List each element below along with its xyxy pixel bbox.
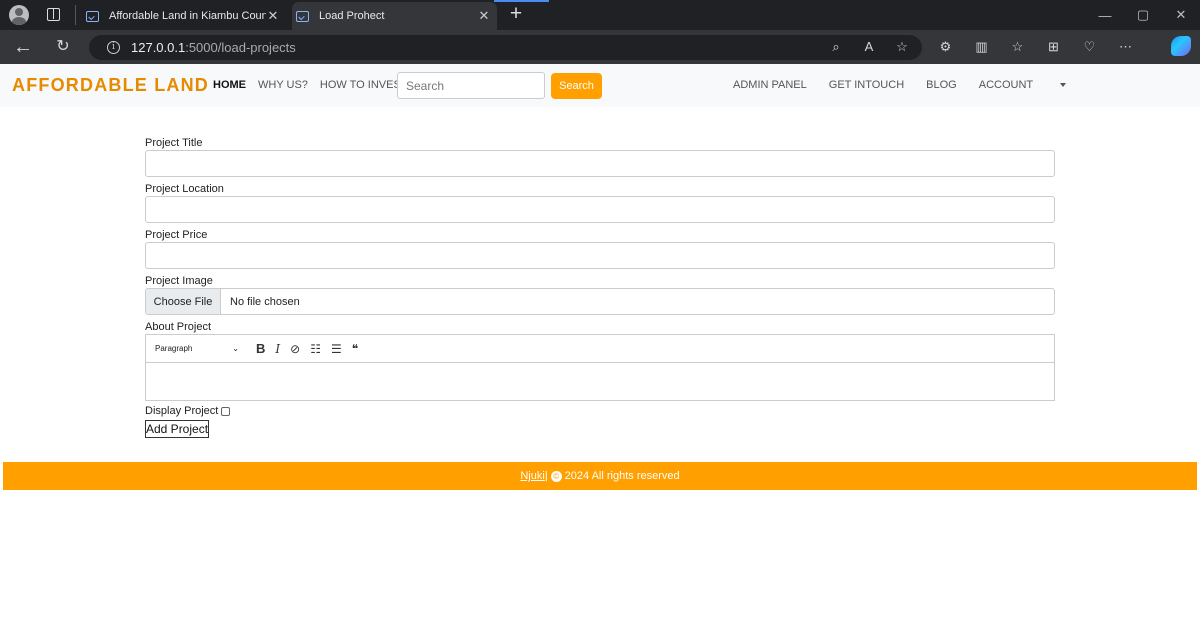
read-aloud-icon[interactable]: A — [861, 39, 877, 55]
copilot-icon[interactable] — [1171, 36, 1191, 56]
zoom-icon[interactable]: ⌕ — [828, 39, 844, 55]
block-quote-icon[interactable]: ❝ — [352, 342, 358, 356]
url-text: 127.0.0.1:5000/load-projects — [131, 40, 296, 55]
link-icon[interactable]: ⊘ — [290, 342, 300, 356]
paragraph-style-select[interactable]: Paragraph ⌄ — [146, 335, 246, 362]
choose-file-button[interactable]: Choose File — [146, 289, 221, 314]
display-project-checkbox[interactable] — [221, 406, 231, 416]
display-project-row: Display Project — [145, 405, 1055, 417]
profile-avatar-icon[interactable] — [9, 5, 29, 25]
about-project-label: About Project — [145, 321, 212, 333]
site-brand[interactable]: AFFORDABLE LAND — [12, 75, 209, 96]
url-field[interactable]: i 127.0.0.1:5000/load-projects ⌕ A ☆ — [89, 35, 922, 60]
nav-how-to-invest[interactable]: HOW TO INVEST — [320, 79, 408, 91]
address-bar: ← ↻ i 127.0.0.1:5000/load-projects ⌕ A ☆… — [0, 30, 1200, 64]
site-info-icon[interactable]: i — [107, 41, 120, 54]
minimize-button[interactable]: — — [1086, 0, 1124, 30]
paragraph-style-value: Paragraph — [155, 344, 193, 353]
restore-button[interactable]: ▢ — [1124, 0, 1162, 30]
tab-loading-line — [494, 0, 549, 2]
footer-author-link[interactable]: Njuki — [520, 470, 544, 482]
italic-icon[interactable]: I — [275, 342, 280, 356]
numbered-list-icon[interactable]: ☰ — [331, 342, 342, 356]
close-tab-icon[interactable]: ✕ — [477, 9, 491, 23]
project-price-label: Project Price — [145, 229, 208, 241]
about-project-editor[interactable] — [146, 363, 1054, 400]
nav-blog[interactable]: BLOG — [926, 79, 957, 91]
footer-copyright-text: 2024 All rights reserved — [564, 470, 680, 482]
editor-toolbar: Paragraph ⌄ B I ⊘ ☷ ☰ ❝ — [146, 335, 1054, 363]
browser-essentials-icon[interactable]: ♡ — [1080, 38, 1099, 56]
nav-why-us[interactable]: WHY US? — [258, 79, 308, 91]
project-price-input[interactable] — [145, 242, 1055, 269]
new-tab-button[interactable]: + — [507, 3, 525, 25]
copyright-icon: © — [550, 470, 562, 482]
search-input[interactable] — [397, 72, 545, 99]
caret-down-icon — [1060, 83, 1067, 87]
primary-nav: HOME WHY US? HOW TO INVEST — [213, 79, 408, 91]
project-title-label: Project Title — [145, 137, 203, 149]
add-project-button[interactable]: Add Project — [145, 420, 210, 438]
url-path: :5000/load-projects — [185, 40, 296, 55]
project-title-input[interactable] — [145, 150, 1055, 177]
search-button[interactable]: Search — [551, 73, 602, 99]
page-favicon-icon — [296, 10, 309, 22]
nav-get-intouch[interactable]: GET INTOUCH — [829, 79, 904, 91]
nav-account[interactable]: ACCOUNT — [979, 79, 1088, 91]
project-location-input[interactable] — [145, 196, 1055, 223]
file-status-text: No file chosen — [230, 295, 300, 308]
secondary-nav: ADMIN PANEL GET INTOUCH BLOG ACCOUNT — [733, 79, 1110, 91]
site-footer: Njuki | © 2024 All rights reserved — [3, 462, 1197, 490]
back-arrow-icon[interactable]: ← — [13, 37, 33, 57]
tab-actions-icon[interactable] — [47, 8, 60, 21]
display-project-label: Display Project — [145, 405, 219, 417]
footer-separator: | — [544, 470, 548, 482]
close-tab-icon[interactable]: ✕ — [266, 9, 280, 23]
nav-home[interactable]: HOME — [213, 79, 246, 91]
favorites-icon[interactable]: ☆ — [1008, 38, 1027, 56]
project-location-label: Project Location — [145, 183, 224, 195]
url-host: 127.0.0.1 — [131, 40, 186, 55]
extensions-icon[interactable]: ⚙ — [936, 38, 955, 56]
rich-text-editor: Paragraph ⌄ B I ⊘ ☷ ☰ ❝ — [145, 334, 1055, 401]
nav-account-label: ACCOUNT — [978, 79, 1034, 91]
tab-bar: Affordable Land in Kiambu Coun ✕ Load Pr… — [0, 0, 1200, 30]
page-favicon-icon — [86, 10, 99, 22]
close-window-button[interactable]: ✕ — [1162, 0, 1200, 30]
collections-icon[interactable]: ⊞ — [1044, 38, 1063, 56]
tab-title: Affordable Land in Kiambu Coun — [109, 10, 266, 22]
project-image-file-input[interactable]: Choose File No file chosen — [145, 288, 1055, 315]
window-controls: — ▢ ✕ — [1086, 0, 1200, 30]
reload-icon[interactable]: ↻ — [54, 38, 72, 56]
nav-admin-panel[interactable]: ADMIN PANEL — [733, 79, 807, 91]
tab-title: Load Prohect — [319, 10, 385, 22]
split-screen-icon[interactable]: ▥ — [972, 38, 991, 56]
browser-tab-load-project[interactable]: Load Prohect ✕ — [292, 2, 497, 30]
chevron-down-icon: ⌄ — [232, 344, 239, 353]
tab-separator — [75, 5, 76, 25]
add-project-form: Project Title Project Location Project P… — [145, 131, 1055, 438]
more-options-icon[interactable]: ⋯ — [1116, 38, 1135, 56]
bulleted-list-icon[interactable]: ☷ — [310, 342, 321, 356]
favorite-star-icon[interactable]: ☆ — [894, 39, 910, 55]
bold-icon[interactable]: B — [256, 341, 265, 356]
browser-chrome: Affordable Land in Kiambu Coun ✕ Load Pr… — [0, 0, 1200, 64]
project-image-label: Project Image — [145, 275, 213, 287]
browser-tab-affordable-land[interactable]: Affordable Land in Kiambu Coun ✕ — [84, 2, 286, 30]
site-navbar: AFFORDABLE LAND HOME WHY US? HOW TO INVE… — [0, 64, 1200, 107]
